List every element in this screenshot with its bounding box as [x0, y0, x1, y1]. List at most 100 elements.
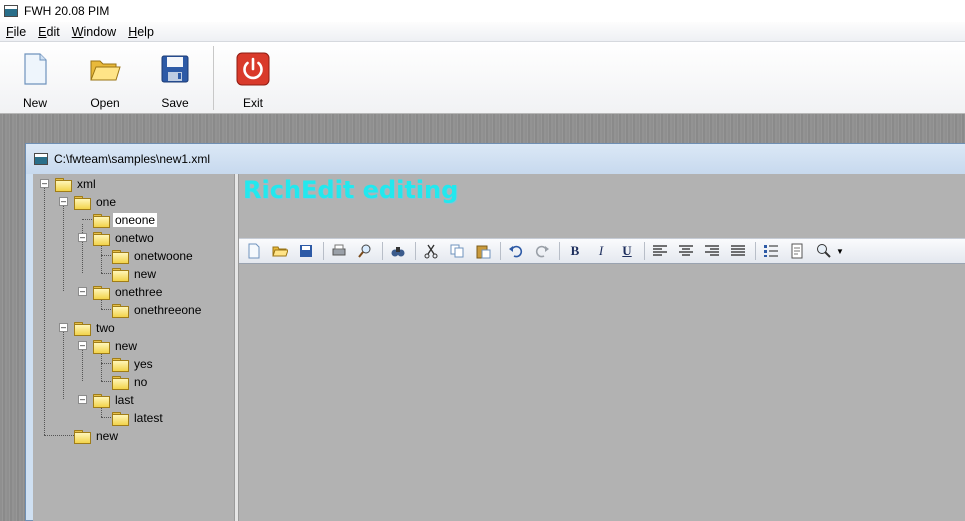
tree-node[interactable]: yes	[112, 355, 155, 373]
menu-file[interactable]: File	[0, 25, 32, 39]
toolbar-separator	[644, 242, 645, 260]
align-right-icon[interactable]	[701, 241, 723, 261]
toolbar-separator	[415, 242, 416, 260]
menu-help[interactable]: Help	[122, 25, 160, 39]
tree-collapse-button[interactable]: –	[78, 395, 87, 404]
folder-icon	[74, 196, 91, 210]
tree-node-label: onetwoone	[134, 249, 193, 263]
print-icon[interactable]	[328, 241, 350, 261]
tree-collapse-button[interactable]: –	[78, 341, 87, 350]
new-doc-icon[interactable]	[243, 241, 265, 261]
tree-node-label: one	[96, 195, 117, 209]
save-button[interactable]: Save	[145, 42, 205, 114]
tree-node[interactable]: onetwoone	[112, 247, 195, 265]
folder-icon	[112, 358, 129, 372]
justify-icon[interactable]	[727, 241, 749, 261]
tree-node[interactable]: new	[112, 265, 158, 283]
tree-node-label: new	[134, 267, 157, 281]
new-document-icon	[18, 52, 52, 86]
tree-node[interactable]: onethreeone	[112, 301, 203, 319]
list-icon[interactable]	[760, 241, 782, 261]
toolbar-separator	[213, 46, 214, 110]
save-disk-icon	[158, 52, 192, 86]
open-label: Open	[90, 96, 120, 110]
xml-tree-view[interactable]: – – – – – – – xml one oneone onetwo onet…	[33, 174, 234, 521]
folder-icon	[74, 430, 91, 444]
tree-collapse-button[interactable]: –	[40, 179, 49, 188]
tree-node[interactable]: no	[112, 373, 149, 391]
open-button[interactable]: Open	[75, 42, 135, 114]
folder-icon	[74, 322, 91, 336]
folder-icon	[93, 214, 110, 228]
tree-node-label: onethreeone	[134, 303, 202, 317]
tree-node[interactable]: last	[93, 391, 136, 409]
tree-node[interactable]: new	[74, 427, 120, 445]
undo-icon[interactable]	[505, 241, 527, 261]
bold-icon[interactable]: B	[564, 241, 586, 261]
tree-line	[44, 188, 45, 435]
open-folder-icon[interactable]	[269, 241, 291, 261]
folder-icon	[112, 250, 129, 264]
tree-node[interactable]: latest	[112, 409, 165, 427]
richedit-pane[interactable]: RichEdit editing B I U ▼	[239, 174, 965, 521]
tree-collapse-button[interactable]: –	[59, 323, 68, 332]
exit-button[interactable]: Exit	[223, 42, 283, 114]
folder-icon	[93, 286, 110, 300]
tree-line	[63, 206, 64, 291]
child-window-titlebar[interactable]: C:\fwteam\samples\new1.xml	[26, 144, 965, 174]
tree-node[interactable]: onethree	[93, 283, 164, 301]
menu-bar: File Edit Window Help	[0, 22, 965, 42]
folder-icon	[93, 232, 110, 246]
tree-collapse-button[interactable]: –	[78, 287, 87, 296]
cut-icon[interactable]	[420, 241, 442, 261]
toolbar-separator	[500, 242, 501, 260]
document-window-icon	[34, 153, 48, 165]
tree-line	[44, 435, 74, 436]
richedit-heading: RichEdit editing	[243, 176, 459, 204]
tree-node[interactable]: xml	[55, 175, 98, 193]
tree-node-label: latest	[134, 411, 163, 425]
underline-icon[interactable]: U	[616, 241, 638, 261]
tree-line	[82, 350, 83, 381]
main-toolbar: New Open Save Exit	[0, 42, 965, 114]
tree-node-label: onetwo	[115, 231, 154, 245]
tree-node-label: onethree	[115, 285, 163, 299]
new-label: New	[22, 96, 47, 110]
new-button[interactable]: New	[5, 42, 65, 114]
paste-icon[interactable]	[472, 241, 494, 261]
tree-node[interactable]: new	[93, 337, 139, 355]
page-icon[interactable]	[786, 241, 808, 261]
exit-label: Exit	[242, 96, 263, 110]
copy-icon[interactable]	[446, 241, 468, 261]
menu-window[interactable]: Window	[66, 25, 122, 39]
tree-node[interactable]: onetwo	[93, 229, 156, 247]
align-left-icon[interactable]	[649, 241, 671, 261]
italic-icon[interactable]: I	[590, 241, 612, 261]
chevron-down-icon[interactable]: ▼	[836, 247, 844, 256]
preview-icon[interactable]	[354, 241, 376, 261]
tree-node-label: new	[115, 339, 138, 353]
save-disk-icon[interactable]	[295, 241, 317, 261]
find-icon[interactable]	[387, 241, 409, 261]
tree-node[interactable]: one	[74, 193, 118, 211]
tree-node-label: two	[96, 321, 115, 335]
tree-node-selected[interactable]: oneone	[93, 211, 158, 229]
tree-node[interactable]: two	[74, 319, 117, 337]
toolbar-separator	[382, 242, 383, 260]
tree-line	[63, 332, 64, 399]
tree-node-label: yes	[134, 357, 153, 371]
tree-node-label: xml	[77, 177, 96, 191]
app-icon	[4, 5, 18, 17]
zoom-icon[interactable]	[812, 241, 834, 261]
child-window-title: C:\fwteam\samples\new1.xml	[54, 152, 211, 166]
folder-icon	[93, 340, 110, 354]
child-window[interactable]: C:\fwteam\samples\new1.xml – – – – – – –…	[25, 143, 965, 521]
tree-collapse-button[interactable]: –	[59, 197, 68, 206]
align-center-icon[interactable]	[675, 241, 697, 261]
redo-icon[interactable]	[531, 241, 553, 261]
open-folder-icon	[88, 52, 122, 86]
folder-icon	[112, 304, 129, 318]
tree-node-label: no	[134, 375, 148, 389]
tree-collapse-button[interactable]: –	[78, 233, 87, 242]
menu-edit[interactable]: Edit	[32, 25, 66, 39]
